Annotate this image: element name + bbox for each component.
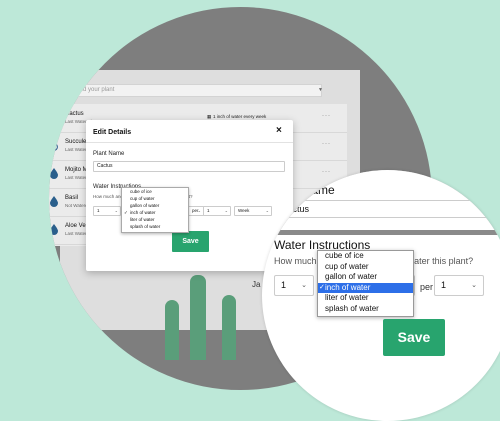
modal-title: Edit Details bbox=[93, 129, 132, 136]
unit-option[interactable]: splash of water bbox=[318, 304, 413, 315]
unit-dropdown-menu: cube of ice cup of water gallon of water… bbox=[121, 187, 189, 233]
amount-select[interactable]: 1 ⌄ bbox=[93, 206, 121, 216]
unit-option[interactable]: cup of water bbox=[122, 195, 188, 202]
cactus-illustration bbox=[165, 300, 179, 360]
plant-name: Basil bbox=[65, 195, 79, 201]
frequency-select[interactable]: 1 ⌄ bbox=[434, 275, 484, 296]
amount-select[interactable]: 1 ⌄ bbox=[274, 275, 314, 296]
plant-name-field[interactable]: Cactus bbox=[93, 161, 285, 172]
water-drop-icon bbox=[50, 196, 58, 207]
cactus-illustration bbox=[190, 275, 206, 360]
per-label: per bbox=[420, 282, 434, 292]
cactus-watering-note: 1 inch of water every week bbox=[213, 114, 267, 119]
divider bbox=[86, 142, 293, 143]
unit-option[interactable]: gallon of water bbox=[318, 272, 413, 283]
unit-dropdown-menu: cube of ice cup of water gallon of water… bbox=[317, 250, 414, 317]
unit-option-selected[interactable]: ✓ inch of water bbox=[318, 282, 413, 293]
row-menu-icon[interactable]: ··· bbox=[322, 141, 331, 147]
unit-option[interactable]: cube of ice bbox=[318, 251, 413, 262]
unit-option[interactable]: liter of water bbox=[122, 216, 188, 223]
unit-option[interactable]: cup of water bbox=[318, 262, 413, 273]
row-menu-icon[interactable]: ··· bbox=[322, 113, 331, 119]
zoom-magnifier: Plant Name Cactus Water Instructions How… bbox=[262, 170, 500, 421]
water-drop-icon bbox=[50, 224, 58, 235]
unit-option[interactable]: splash of water bbox=[122, 223, 188, 230]
unit-option[interactable]: liter of water bbox=[318, 293, 413, 304]
water-drop-icon bbox=[50, 168, 58, 179]
cactus-illustration bbox=[222, 295, 236, 360]
frequency-select[interactable]: 1 ⌄ bbox=[203, 206, 231, 216]
unit-option[interactable]: gallon of water bbox=[122, 202, 188, 209]
unit-option-selected[interactable]: ✓ inch of water bbox=[122, 209, 188, 216]
unit-option[interactable]: cube of ice bbox=[122, 188, 188, 195]
save-button[interactable]: Save bbox=[383, 319, 445, 356]
checkmark-icon: ✓ bbox=[124, 210, 128, 215]
per-label: per bbox=[192, 208, 199, 213]
add-plant-input[interactable]: Type to add your plant bbox=[50, 84, 322, 97]
close-icon[interactable]: × bbox=[276, 125, 282, 136]
plant-name-label: Plant Name bbox=[93, 151, 125, 157]
chevron-down-icon: ▼ bbox=[318, 87, 323, 93]
water-drop-outline-icon bbox=[50, 140, 58, 151]
water-drop-icon bbox=[50, 112, 58, 123]
plant-name: Cactus bbox=[65, 111, 84, 117]
plant-name-label: Plant Name bbox=[272, 183, 335, 197]
plant-name-field[interactable]: Cactus bbox=[274, 200, 500, 218]
schedule-label: Ja bbox=[252, 280, 261, 289]
checkmark-icon: ✓ bbox=[319, 283, 325, 291]
save-button[interactable]: Save bbox=[172, 231, 209, 252]
